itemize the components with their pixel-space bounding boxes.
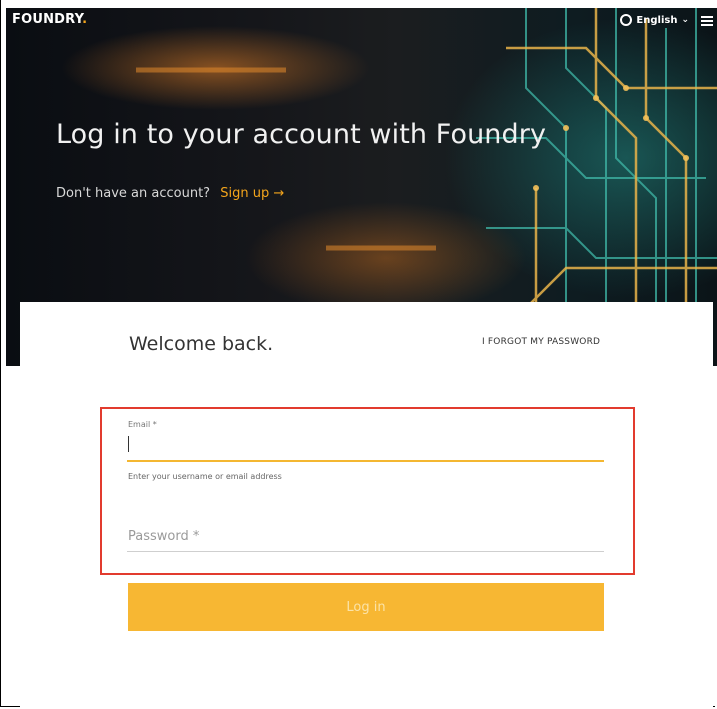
brand-name: FOUNDRY bbox=[12, 12, 83, 27]
signup-link[interactable]: Sign up → bbox=[220, 186, 284, 201]
language-selector[interactable]: English ⌄ bbox=[620, 14, 689, 26]
email-field[interactable] bbox=[127, 434, 604, 462]
language-label: English bbox=[636, 14, 678, 26]
brand-dot: . bbox=[82, 12, 88, 27]
welcome-heading: Welcome back. bbox=[129, 333, 274, 355]
forgot-password-link[interactable]: I FORGOT MY PASSWORD bbox=[482, 337, 600, 347]
globe-icon bbox=[620, 14, 633, 26]
brand-logo[interactable]: FOUNDRY. bbox=[12, 12, 87, 27]
email-hint: Enter your username or email address bbox=[128, 472, 282, 481]
password-field[interactable] bbox=[127, 522, 604, 552]
chevron-down-icon: ⌄ bbox=[681, 15, 689, 25]
login-button[interactable]: Log in bbox=[128, 583, 604, 631]
signup-prompt-row: Don't have an account? Sign up → bbox=[56, 186, 284, 201]
email-label: Email * bbox=[128, 420, 157, 429]
login-card: Welcome back. I FORGOT MY PASSWORD Email… bbox=[20, 302, 713, 709]
page-title: Log in to your account with Foundry bbox=[56, 119, 547, 150]
signup-prompt: Don't have an account? bbox=[56, 186, 211, 201]
text-cursor bbox=[128, 436, 129, 452]
menu-icon[interactable] bbox=[701, 16, 713, 26]
